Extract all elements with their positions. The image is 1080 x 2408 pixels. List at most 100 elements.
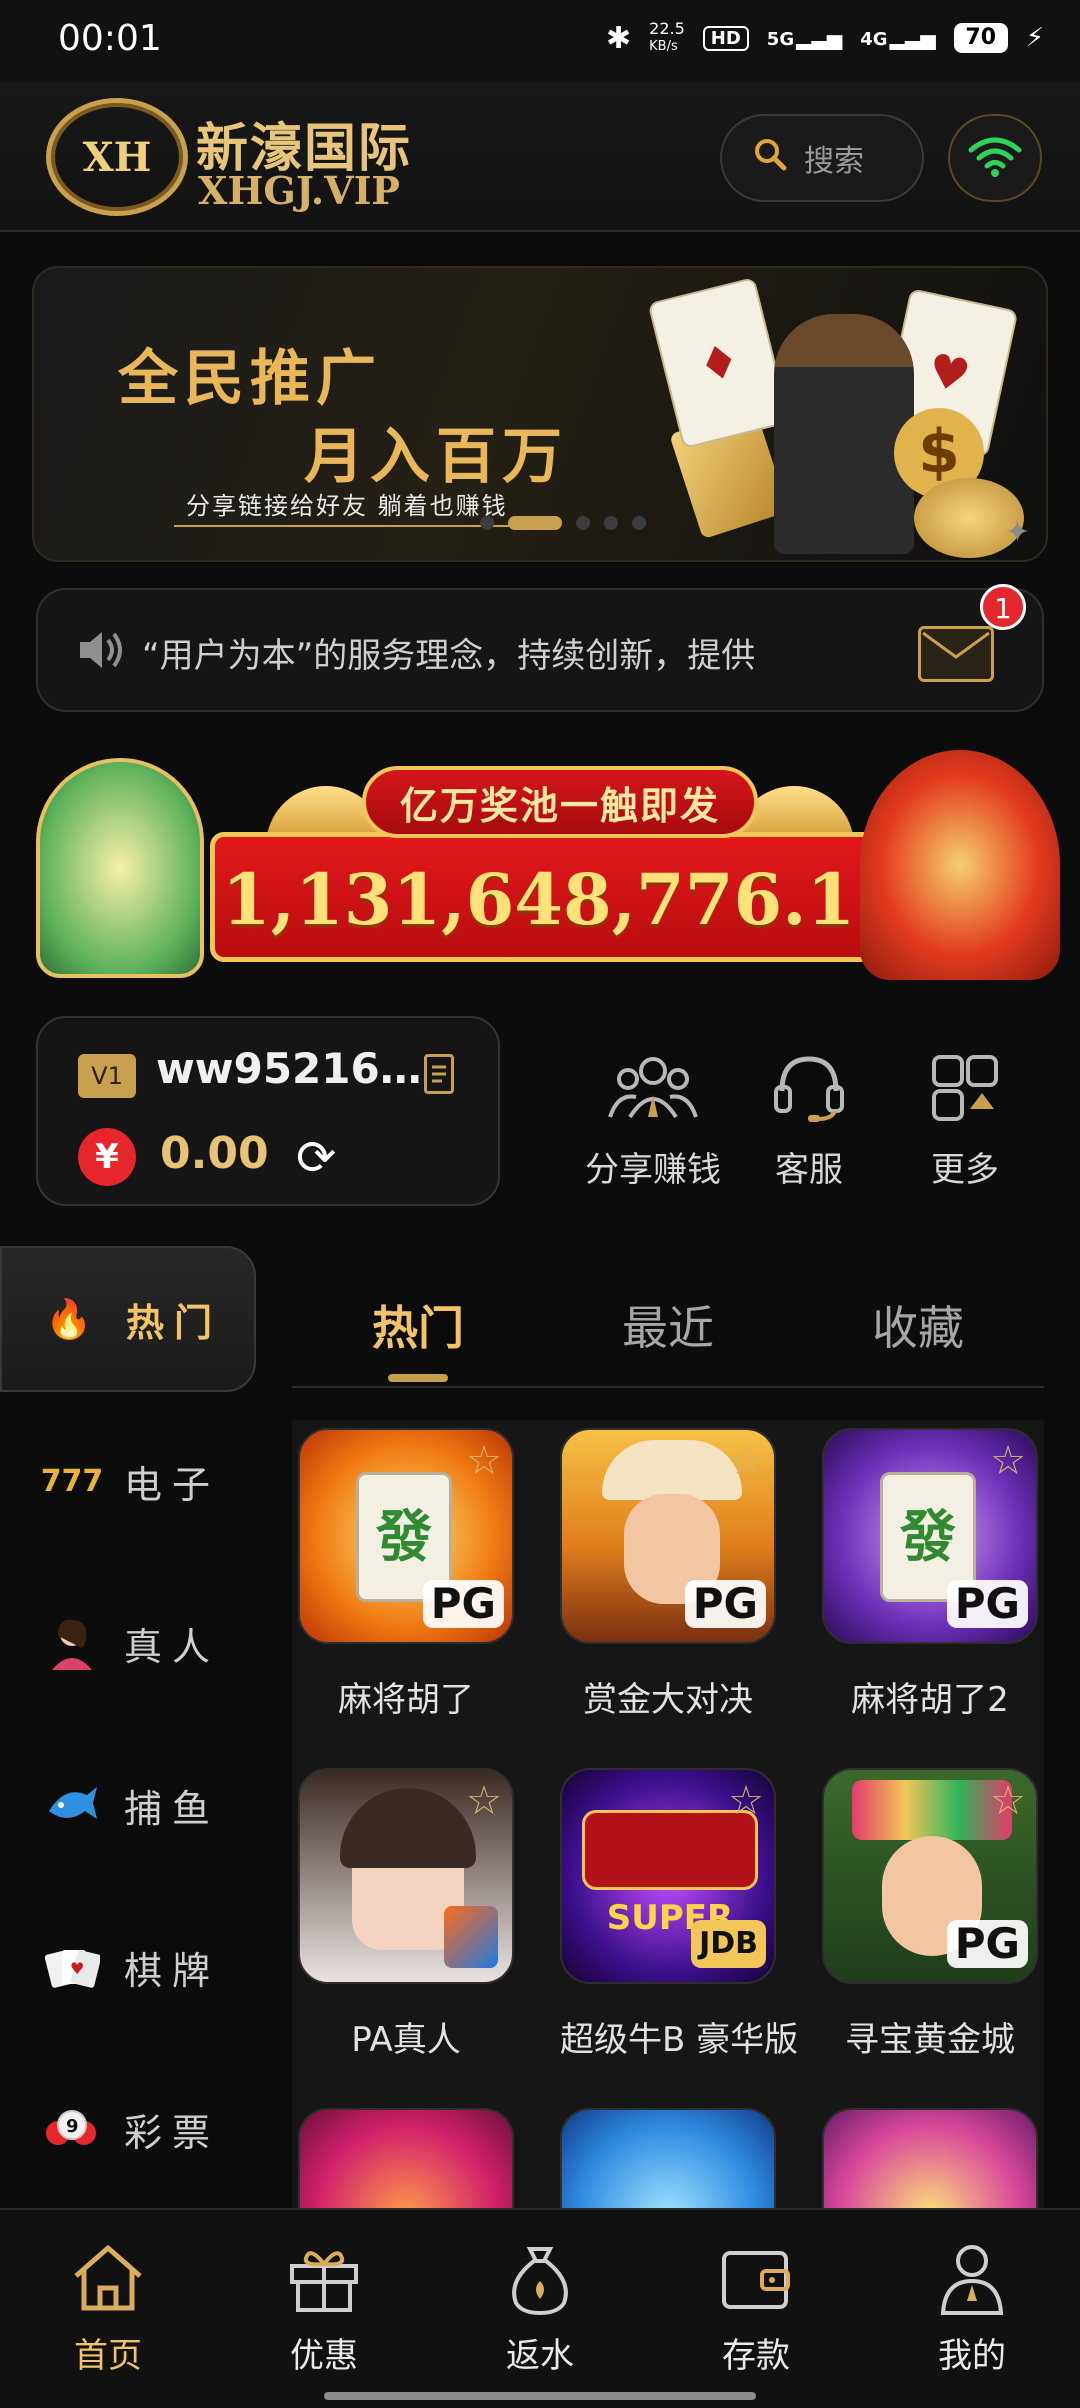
game-name: 麻将胡了2 bbox=[851, 1680, 1009, 1720]
slot-777-icon: 777 bbox=[40, 1463, 104, 1499]
provider-badge: PG bbox=[422, 1580, 504, 1628]
money-bag-icon bbox=[460, 2234, 620, 2322]
cowboy-hat-art bbox=[602, 1440, 742, 1500]
net-speed: 22.5 KB/s bbox=[649, 20, 685, 56]
favorite-star-icon[interactable]: ☆ bbox=[990, 1438, 1026, 1484]
favorite-star-icon[interactable]: ☆ bbox=[466, 1778, 502, 1824]
pagination-dot[interactable] bbox=[604, 516, 618, 530]
pagination-dot[interactable] bbox=[480, 516, 494, 530]
share-earn-button[interactable]: 分享赚钱 bbox=[578, 1050, 728, 1191]
banner-headline-1: 全民推广 bbox=[118, 344, 382, 414]
jackpot-title: 亿万奖池一触即发 bbox=[399, 783, 720, 828]
wallet-balance: 0.00 bbox=[160, 1128, 269, 1179]
category-label: 热门 bbox=[126, 1300, 223, 1345]
speaker-icon bbox=[74, 624, 126, 680]
nav-label: 返水 bbox=[506, 2336, 574, 2376]
nav-deposit[interactable]: 存款 bbox=[676, 2234, 836, 2377]
game-thumbnail: 發 ☆ PG bbox=[822, 1428, 1038, 1644]
bluetooth-icon: ✱ bbox=[606, 20, 632, 56]
signal-bars-icon: ▂▃▅ bbox=[796, 26, 843, 50]
customer-service-button[interactable]: 客服 bbox=[734, 1050, 884, 1191]
hair-art bbox=[340, 1788, 476, 1868]
nav-label: 存款 bbox=[722, 2336, 790, 2376]
charging-icon: ⚡ bbox=[1025, 23, 1044, 53]
banner-headline-2: 月入百万 bbox=[304, 422, 568, 492]
category-cards[interactable]: ♥ 棋牌 bbox=[0, 1894, 256, 2040]
logo-mark: XH bbox=[82, 133, 152, 181]
announcement-text: “用户为本”的服务理念，持续创新，提供 bbox=[142, 636, 756, 676]
category-hot[interactable]: 🔥 热门 bbox=[0, 1246, 256, 1392]
favorite-star-icon[interactable]: ☆ bbox=[728, 1438, 764, 1484]
category-live[interactable]: 真人 bbox=[0, 1570, 256, 1716]
game-tile-wild-bounty[interactable]: ☆ PG 赏金大对决 bbox=[560, 1428, 776, 1721]
favorite-star-icon[interactable]: ☆ bbox=[728, 1778, 764, 1824]
banner-subtitle: 分享链接给好友 躺着也赚钱 bbox=[174, 486, 520, 527]
pa-logo-icon bbox=[444, 1906, 498, 1968]
unread-badge: 1 bbox=[980, 584, 1026, 630]
favorite-star-icon[interactable]: ☆ bbox=[466, 1438, 502, 1484]
headdress-art bbox=[852, 1780, 1012, 1840]
search-button[interactable]: 搜索 bbox=[720, 114, 924, 202]
share-earn-label: 分享赚钱 bbox=[585, 1150, 721, 1190]
svg-text:9: 9 bbox=[66, 2116, 89, 2137]
fortune-god-art bbox=[860, 750, 1060, 980]
game-tile-super-niu-deluxe[interactable]: SUPER ☆ JDB 超级牛B 豪华版 bbox=[560, 1768, 799, 2061]
currency-icon: ¥ bbox=[78, 1128, 136, 1186]
tab-recent[interactable]: 最近 bbox=[622, 1292, 714, 1358]
jackpot-banner[interactable]: 亿万奖池一触即发 1,131,648,776.17 bbox=[30, 746, 1060, 984]
user-wallet-card: V1 ww95216… ¥ 0.00 ⟳ bbox=[36, 1016, 500, 1206]
brand-logo[interactable]: XH bbox=[46, 98, 188, 216]
category-lottery[interactable]: 9 彩票 bbox=[0, 2056, 256, 2202]
category-sidebar: 🔥 热门 777 电子 真人 捕鱼 ♥ 棋牌 9 彩票 bbox=[0, 1246, 262, 2206]
game-tile-treasures-of-aztec[interactable]: ☆ PG 寻宝黄金城 bbox=[822, 1768, 1038, 2061]
promo-banner[interactable]: 全民推广 月入百万 分享链接给好友 躺着也赚钱 ♦ ♥ $ ✦ bbox=[32, 266, 1048, 562]
favorite-star-icon[interactable]: ☆ bbox=[990, 1778, 1026, 1824]
category-label: 真人 bbox=[124, 1624, 221, 1669]
live-dealer-icon bbox=[44, 1615, 100, 1671]
announcement-bar[interactable]: “用户为本”的服务理念，持续创新，提供 1 bbox=[36, 584, 1044, 712]
search-label: 搜索 bbox=[804, 144, 864, 179]
mail-icon[interactable] bbox=[918, 626, 994, 682]
game-tile-mahjong-ways[interactable]: 發 ☆ PG 麻将胡了 bbox=[298, 1428, 514, 1721]
pagination-dot-active[interactable] bbox=[508, 516, 562, 530]
nav-home[interactable]: 首页 bbox=[28, 2234, 188, 2377]
tab-favorites[interactable]: 收藏 bbox=[872, 1292, 964, 1358]
signal-5g: 5G ▂▃▅ bbox=[767, 26, 842, 50]
more-button[interactable]: 更多 bbox=[890, 1050, 1040, 1191]
nav-promotions[interactable]: 优惠 bbox=[244, 2234, 404, 2377]
jackpot-amount: 1,131,648,776.17 bbox=[222, 858, 904, 941]
tab-hot[interactable]: 热门 bbox=[372, 1292, 464, 1358]
game-name: 寻宝黄金城 bbox=[845, 2020, 1015, 2060]
signal-5g-label: 5G bbox=[766, 29, 795, 50]
game-name: 超级牛B 豪华版 bbox=[560, 2020, 799, 2060]
svg-text:♥: ♥ bbox=[70, 1959, 94, 1978]
home-icon bbox=[28, 2234, 188, 2322]
provider-badge: PG bbox=[946, 1920, 1028, 1968]
customer-service-label: 客服 bbox=[775, 1150, 843, 1190]
refresh-icon[interactable]: ⟳ bbox=[296, 1130, 336, 1186]
category-label: 棋牌 bbox=[124, 1948, 221, 1993]
provider-badge: PG bbox=[684, 1580, 766, 1628]
game-thumbnail: 發 ☆ PG bbox=[298, 1428, 514, 1644]
network-status-button[interactable] bbox=[948, 114, 1042, 202]
copy-icon[interactable] bbox=[424, 1054, 454, 1094]
category-fishing[interactable]: 捕鱼 bbox=[0, 1732, 256, 1878]
pagination-dot[interactable] bbox=[576, 516, 590, 530]
game-tile-mahjong-ways-2[interactable]: 發 ☆ PG 麻将胡了2 bbox=[822, 1428, 1038, 1721]
nav-profile[interactable]: 我的 bbox=[892, 2234, 1052, 2377]
game-name: 赏金大对决 bbox=[583, 1680, 753, 1720]
nav-rebate[interactable]: 返水 bbox=[460, 2234, 620, 2377]
pagination-dot[interactable] bbox=[632, 516, 646, 530]
grid-more-icon bbox=[890, 1050, 1040, 1126]
net-speed-value: 22.5 bbox=[649, 19, 685, 38]
status-icons: ✱ 22.5 KB/s HD 5G ▂▃▅ 4G ▂▃▅ 70 ⚡ bbox=[606, 20, 1044, 56]
game-tile-pa-live[interactable]: ☆ PA真人 bbox=[298, 1768, 514, 2061]
username: ww95216… bbox=[156, 1044, 422, 1093]
category-slots[interactable]: 777 电子 bbox=[0, 1408, 256, 1554]
signal-4g-label: 4G bbox=[860, 29, 888, 50]
mahjong-ways-art bbox=[36, 758, 204, 978]
home-indicator[interactable] bbox=[324, 2392, 756, 2400]
game-thumbnail: SUPER ☆ JDB bbox=[560, 1768, 776, 1984]
category-label: 捕鱼 bbox=[124, 1786, 221, 1831]
banner-pagination bbox=[480, 516, 646, 530]
